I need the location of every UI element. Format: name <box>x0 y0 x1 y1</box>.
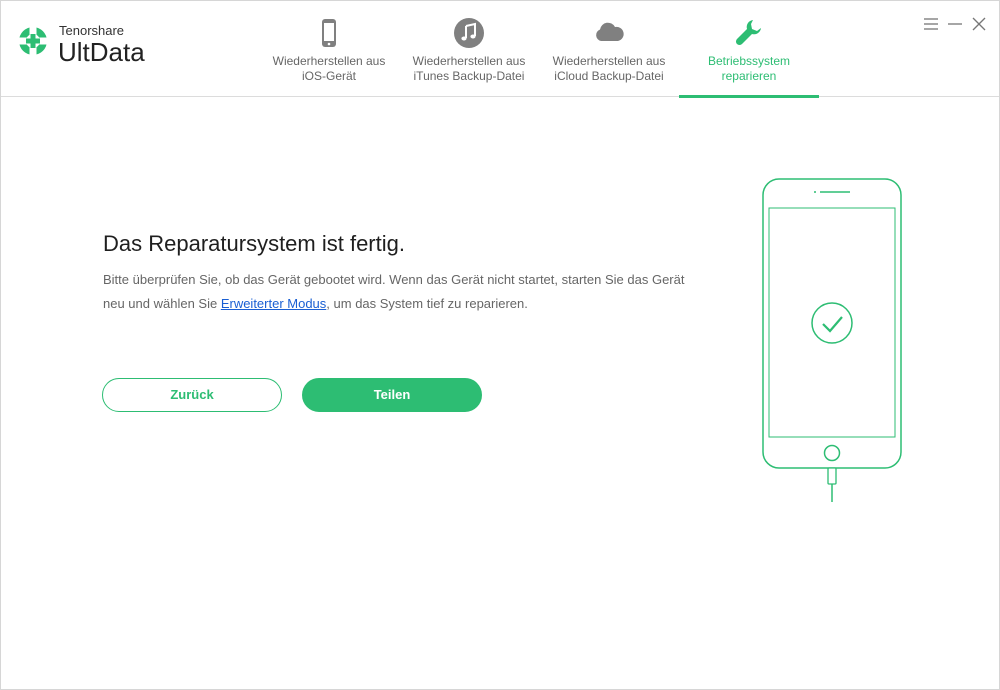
active-tab-indicator <box>679 95 819 98</box>
cloud-icon <box>596 22 624 41</box>
tab-restore-ios-device[interactable]: Wiederherstellen aus iOS-Gerät <box>259 1 399 97</box>
header-bar: Tenorshare UltData Wiederherstellen aus … <box>1 1 999 98</box>
back-button[interactable]: Zurück <box>102 378 282 412</box>
description-part-2: , um das System tief zu reparieren. <box>326 296 528 311</box>
menu-icon[interactable] <box>922 15 940 33</box>
minimize-icon[interactable] <box>946 15 964 33</box>
ultdata-logo-icon <box>18 26 48 56</box>
close-icon[interactable] <box>970 15 988 33</box>
share-button[interactable]: Teilen <box>302 378 482 412</box>
tab-restore-icloud-backup[interactable]: Wiederherstellen aus iCloud Backup-Datei <box>539 1 679 97</box>
brand-company: Tenorshare <box>59 23 125 38</box>
tab-repair-os[interactable]: Betriebssystem reparieren <box>679 1 819 98</box>
tab-label: Betriebssystem reparieren <box>707 54 791 83</box>
description-text: Bitte überprüfen Sie, ob das Gerät geboo… <box>103 268 703 316</box>
tab-label: Wiederherstellen aus iOS-Gerät <box>272 54 386 83</box>
app-window: Tenorshare UltData Wiederherstellen aus … <box>0 0 1000 690</box>
phone-check-icon <box>762 178 902 502</box>
tab-restore-itunes-backup[interactable]: Wiederherstellen aus iTunes Backup-Datei <box>399 1 539 97</box>
page-title: Das Reparatursystem ist fertig. <box>103 231 405 256</box>
advanced-mode-link[interactable]: Erweiterter Modus <box>221 296 326 311</box>
tab-label: Wiederherstellen aus iTunes Backup-Datei <box>412 54 526 83</box>
tab-label: Wiederherstellen aus iCloud Backup-Datei <box>552 54 666 83</box>
music-note-icon <box>454 18 484 48</box>
wrench-icon <box>735 20 761 46</box>
iphone-icon <box>322 19 336 47</box>
brand-product: UltData <box>58 37 145 67</box>
